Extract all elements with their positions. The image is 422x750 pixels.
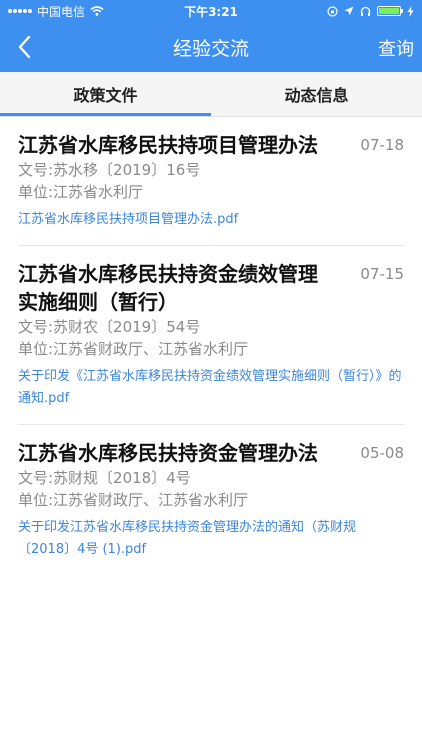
tab-news[interactable]: 动态信息 [211, 72, 422, 116]
attachment-link[interactable]: 关于印发江苏省水库移民扶持资金管理办法的通知（苏财规〔2018〕4号 (1).p… [18, 517, 404, 561]
header: 中国电信 下午3:21 经验交流 查询 [0, 0, 422, 72]
signal-icon [8, 9, 32, 13]
list-item[interactable]: 江苏省水库移民扶持项目管理办法 07-18 文号:苏水移〔2019〕16号 单位… [18, 117, 404, 246]
back-icon[interactable] [14, 34, 36, 60]
item-date: 05-08 [360, 444, 404, 462]
location-icon [344, 6, 354, 16]
item-title: 江苏省水库移民扶持项目管理办法 [18, 133, 318, 157]
item-doc-number: 文号:苏财规〔2018〕4号 [18, 469, 191, 487]
item-title: 江苏省水库移民扶持资金绩效管理实施细则（暂行） [18, 262, 318, 314]
orientation-lock-icon [327, 5, 338, 17]
headphones-icon [360, 6, 371, 16]
tab-bar: 政策文件 动态信息 [0, 72, 422, 117]
query-button[interactable]: 查询 [378, 35, 414, 61]
item-doc-number: 文号:苏水移〔2019〕16号 [18, 161, 201, 179]
wifi-icon [90, 6, 104, 16]
nav-bar: 经验交流 查询 [0, 22, 422, 72]
item-doc-number: 文号:苏财农〔2019〕54号 [18, 318, 201, 336]
item-title: 江苏省水库移民扶持资金管理办法 [18, 441, 318, 465]
status-bar: 中国电信 下午3:21 [0, 0, 422, 22]
item-date: 07-18 [360, 136, 404, 154]
item-unit: 单位:江苏省财政厅、江苏省水利厅 [18, 340, 249, 358]
item-unit: 单位:江苏省财政厅、江苏省水利厅 [18, 491, 249, 509]
tab-policy-documents[interactable]: 政策文件 [0, 72, 211, 116]
item-unit: 单位:江苏省水利厅 [18, 183, 144, 201]
attachment-link[interactable]: 江苏省水库移民扶持项目管理办法.pdf [18, 209, 404, 231]
carrier-label: 中国电信 [37, 4, 86, 19]
attachment-link[interactable]: 关于印发《江苏省水库移民扶持资金绩效管理实施细则（暂行）》的通知.pdf [18, 366, 404, 410]
list-item[interactable]: 江苏省水库移民扶持资金绩效管理实施细则（暂行） 07-15 文号:苏财农〔201… [18, 246, 404, 425]
battery-icon [377, 6, 403, 16]
item-date: 07-15 [360, 265, 404, 283]
list-item[interactable]: 江苏省水库移民扶持资金管理办法 05-08 文号:苏财规〔2018〕4号 单位:… [18, 425, 404, 575]
page-title: 经验交流 [172, 37, 249, 60]
charging-icon [407, 5, 414, 17]
document-list: 江苏省水库移民扶持项目管理办法 07-18 文号:苏水移〔2019〕16号 单位… [0, 117, 422, 575]
